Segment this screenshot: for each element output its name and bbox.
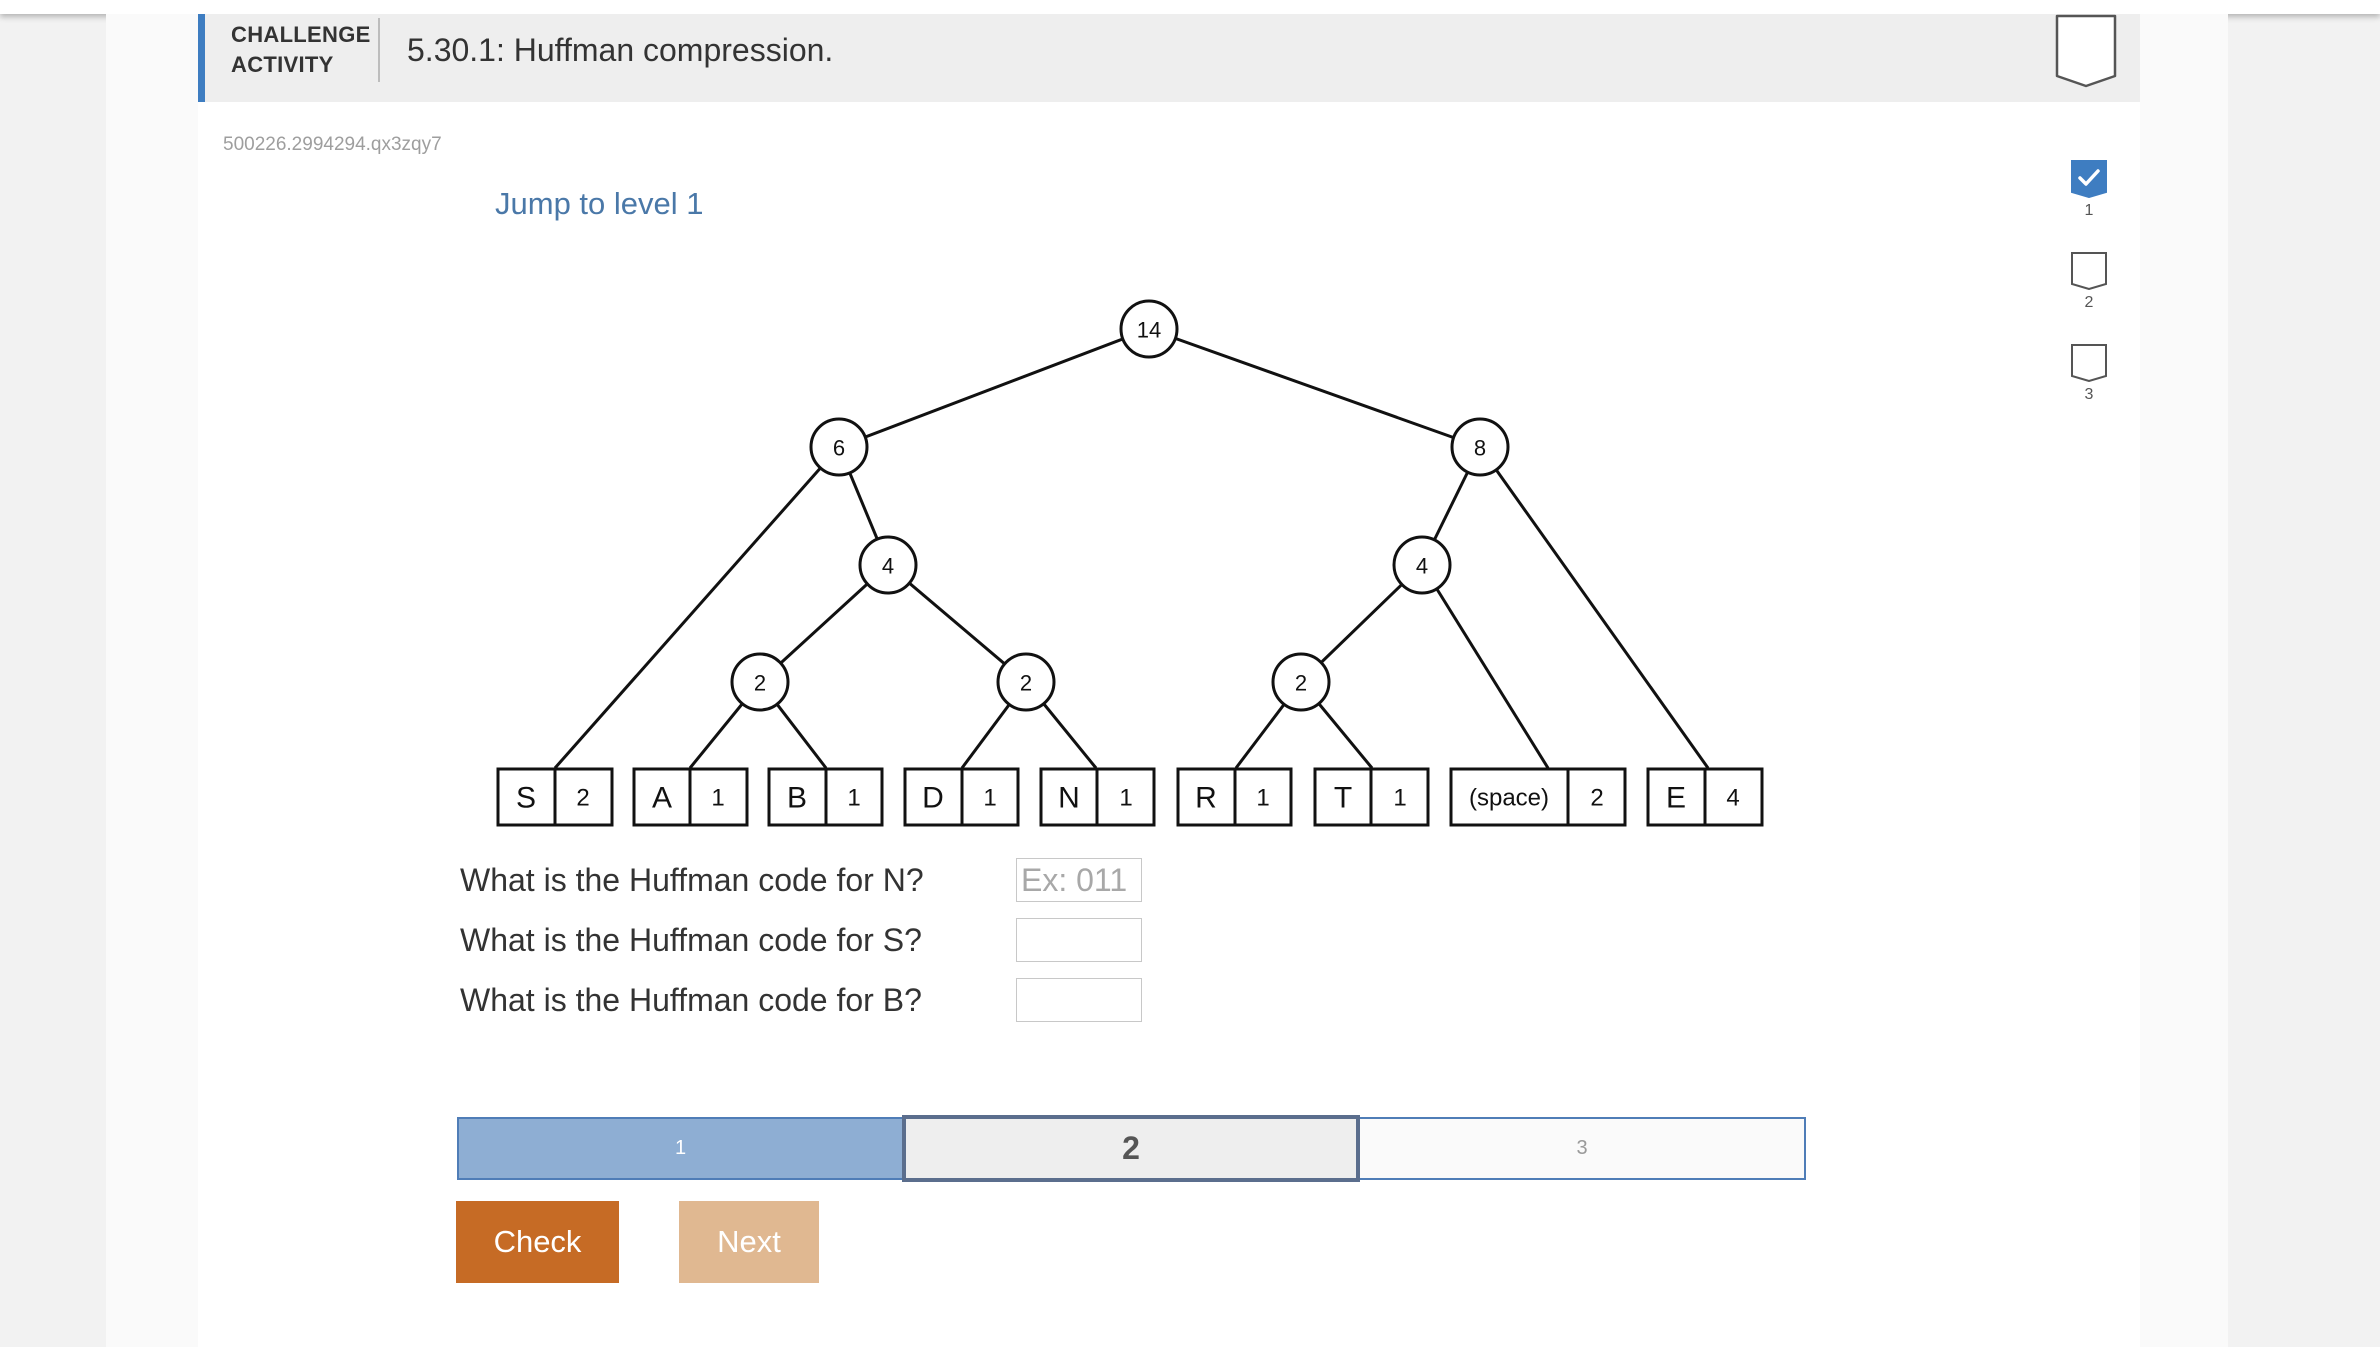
huffman-code-s-input[interactable] — [1016, 918, 1142, 962]
leaf-node: E 4 — [1646, 767, 1764, 827]
huffman-tree-diagram: 14 6 8 4 4 2 2 2 S 2 A 1 B 1 D 1 N 1 R 1… — [496, 299, 1764, 827]
tree-node: 4 — [1392, 535, 1452, 595]
leaf-frequency: 4 — [1726, 785, 1739, 812]
tree-node-root: 14 — [1119, 299, 1179, 359]
progress-segment-3[interactable]: 3 — [1358, 1117, 1806, 1180]
node-weight: 6 — [833, 436, 845, 461]
node-weight: 4 — [882, 554, 894, 579]
leaf-frequency: 1 — [983, 785, 996, 812]
leaf-node: B 1 — [767, 767, 884, 827]
leaf-frequency: 2 — [1590, 785, 1603, 812]
tree-edge — [553, 446, 841, 769]
progress-segment-label: 2 — [1122, 1130, 1140, 1166]
leaf-node: R 1 — [1176, 767, 1293, 827]
tree-node: 2 — [1271, 652, 1331, 712]
leaf-frequency: 1 — [711, 785, 724, 812]
leaf-node: A 1 — [632, 767, 749, 827]
question-n-label: What is the Huffman code for N? — [460, 862, 924, 898]
node-weight: 2 — [754, 671, 766, 696]
leaf-symbol: N — [1058, 782, 1080, 815]
leaf-node: (space) 2 — [1449, 767, 1627, 827]
leaf-node: S 2 — [496, 767, 614, 827]
tree-edge — [1478, 446, 1710, 769]
tree-edge — [1420, 564, 1550, 769]
question-b-label: What is the Huffman code for B? — [460, 982, 922, 1018]
tree-edges — [553, 327, 1710, 769]
tree-node: 4 — [858, 535, 918, 595]
leaf-frequency: 1 — [1393, 785, 1406, 812]
leaf-node: N 1 — [1039, 767, 1156, 827]
leaf-row: S 2 A 1 B 1 D 1 N 1 R 1 T 1 (space) 2 E … — [496, 767, 1764, 827]
tree-node: 8 — [1450, 417, 1510, 477]
node-weight: 14 — [1137, 318, 1161, 343]
tree-edge — [1148, 327, 1481, 449]
progress-segment-label: 1 — [674, 1137, 687, 1159]
node-weight: 2 — [1295, 671, 1307, 696]
huffman-code-b-input[interactable] — [1016, 978, 1142, 1022]
tree-edge — [838, 327, 1150, 449]
tree-node: 6 — [809, 417, 869, 477]
tree-node: 2 — [996, 652, 1056, 712]
level-progress-bar: 1 3 2 — [457, 1115, 1806, 1182]
progress-segment-2-current[interactable]: 2 — [902, 1115, 1360, 1182]
node-weight: 2 — [1020, 671, 1032, 696]
leaf-symbol: B — [787, 782, 807, 815]
leaf-symbol: S — [516, 782, 536, 815]
huffman-code-n-input[interactable] — [1016, 858, 1142, 902]
leaf-node: D 1 — [903, 767, 1020, 827]
node-weight: 4 — [1416, 554, 1428, 579]
leaf-frequency: 1 — [847, 785, 860, 812]
leaf-symbol: T — [1334, 782, 1352, 815]
leaf-symbol: R — [1195, 782, 1217, 815]
leaf-frequency: 2 — [576, 785, 589, 812]
progress-segment-label: 3 — [1576, 1137, 1588, 1159]
leaf-symbol: (space) — [1469, 785, 1549, 812]
node-weight: 8 — [1474, 436, 1486, 461]
check-button[interactable]: Check — [456, 1201, 619, 1283]
question-s-label: What is the Huffman code for S? — [460, 922, 922, 958]
tree-node: 2 — [730, 652, 790, 712]
leaf-frequency: 1 — [1256, 785, 1269, 812]
leaf-frequency: 1 — [1119, 785, 1132, 812]
leaf-symbol: E — [1666, 782, 1686, 815]
leaf-node: T 1 — [1313, 767, 1430, 827]
leaf-symbol: D — [922, 782, 944, 815]
progress-segment-1[interactable]: 1 — [457, 1117, 904, 1180]
next-button[interactable]: Next — [679, 1201, 819, 1283]
leaf-symbol: A — [652, 782, 672, 815]
